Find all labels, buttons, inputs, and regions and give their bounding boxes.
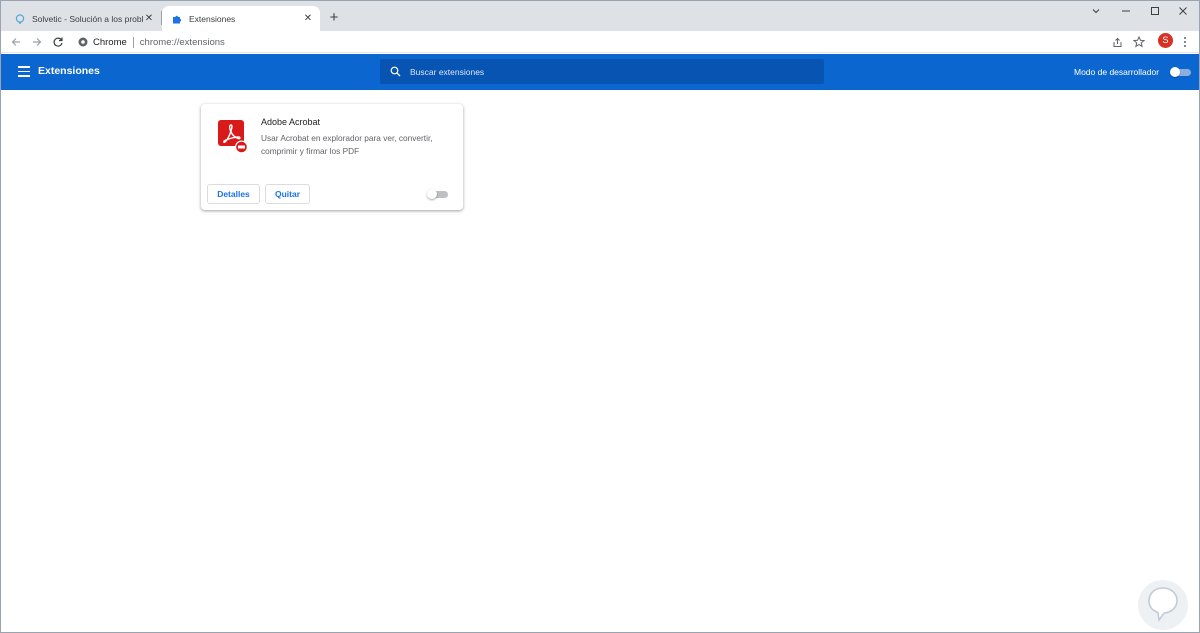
page-title: Extensiones — [38, 65, 100, 77]
tab-title: Extensiones — [189, 13, 236, 24]
solvetic-favicon — [15, 13, 25, 24]
avatar[interactable]: S — [1158, 33, 1173, 48]
reload-icon[interactable] — [50, 34, 66, 50]
chevron-down-icon[interactable] — [1081, 1, 1111, 21]
close-tab-icon[interactable]: ✕ — [302, 13, 314, 25]
extension-enable-toggle[interactable] — [427, 189, 448, 199]
url-text: chrome://extensions — [139, 36, 225, 48]
close-tab-icon[interactable]: ✕ — [143, 13, 155, 25]
details-button[interactable]: Detalles — [207, 184, 260, 204]
maximize-icon[interactable] — [1140, 1, 1170, 21]
menu-icon[interactable] — [18, 66, 30, 77]
tab-extensions[interactable]: Extensiones ✕ — [162, 6, 320, 31]
adobe-acrobat-icon — [218, 120, 248, 154]
share-icon[interactable] — [1109, 34, 1125, 50]
close-window-icon[interactable] — [1168, 1, 1198, 21]
browser-toolbar: Chrome chrome://extensions S — [1, 31, 1199, 53]
toggle-knob — [427, 189, 437, 199]
bookmark-star-icon[interactable] — [1131, 34, 1147, 50]
site-label: Chrome — [93, 36, 127, 48]
search-icon — [388, 65, 402, 79]
search-box[interactable] — [380, 59, 824, 84]
dev-mode-toggle[interactable] — [1170, 67, 1191, 77]
address-bar[interactable]: Chrome chrome://extensions — [73, 32, 1103, 52]
divider — [132, 36, 134, 48]
search-input[interactable] — [410, 59, 824, 84]
tab-title: Solvetic - Solución a los problem — [32, 13, 143, 24]
extensions-header: Extensiones Modo de desarrollador — [1, 54, 1199, 90]
minimize-icon[interactable] — [1111, 1, 1141, 21]
back-icon[interactable] — [8, 34, 24, 50]
extension-card: Adobe Acrobat Usar Acrobat en explorador… — [201, 104, 463, 210]
new-tab-button[interactable]: + — [326, 10, 342, 26]
browser-window: Solvetic - Solución a los problem ✕ Exte… — [0, 0, 1200, 633]
dev-mode-label: Modo de desarrollador — [1074, 67, 1160, 77]
chrome-icon — [78, 37, 88, 47]
tab-strip: Solvetic - Solución a los problem ✕ Exte… — [1, 1, 1199, 31]
tab-solvetic[interactable]: Solvetic - Solución a los problem ✕ — [5, 6, 161, 31]
remove-button[interactable]: Quitar — [265, 184, 310, 204]
puzzle-icon — [172, 14, 182, 24]
more-menu-icon[interactable] — [1177, 34, 1193, 50]
toggle-knob — [1170, 67, 1180, 77]
extension-description: Usar Acrobat en explorador para ver, con… — [261, 133, 433, 156]
extension-name: Adobe Acrobat — [261, 117, 321, 127]
solvetic-watermark-logo — [1137, 579, 1189, 631]
forward-icon[interactable] — [29, 34, 45, 50]
